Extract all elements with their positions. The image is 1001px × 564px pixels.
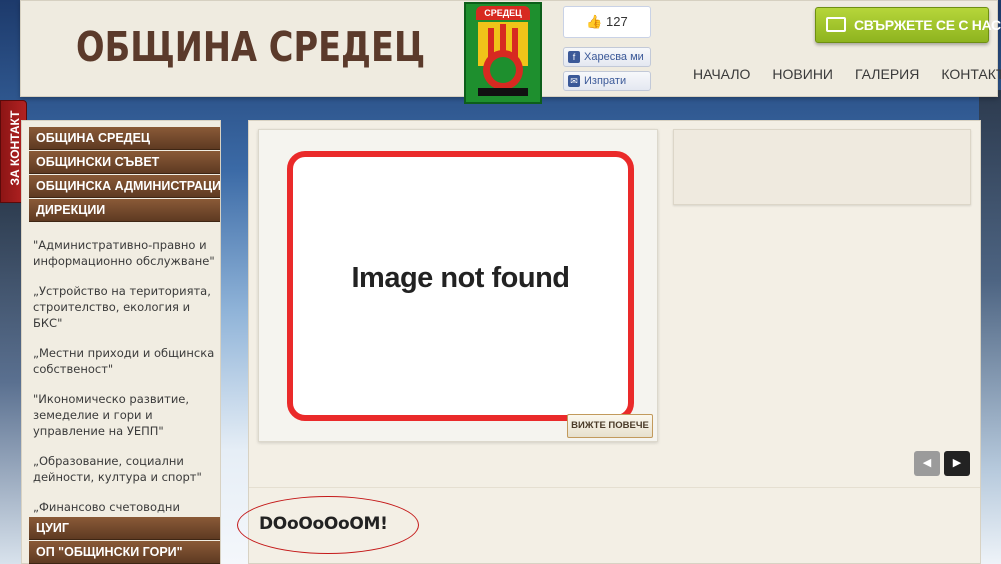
facebook-icon: f [568,51,580,63]
slide-image-placeholder[interactable]: Image not found [287,151,634,421]
main-nav: НАЧАЛО НОВИНИ ГАЛЕРИЯ КОНТАКТИ [693,66,1001,82]
sidebar-menu: ОБЩИНА СРЕДЕЦ ОБЩИНСКИ СЪВЕТ ОБЩИНСКА АД… [21,120,221,564]
sidebar-item-municipality[interactable]: ОБЩИНА СРЕДЕЦ [29,127,220,150]
contact-side-tab-label: ЗА КОНТАКТ [8,110,22,186]
facebook-like-label: Харесва ми [584,51,644,63]
sidebar-item-directorates[interactable]: ДИРЕКЦИИ [29,199,220,222]
featured-slide: Image not found [258,129,658,442]
main-content: Image not found ВИЖТЕ ПОВЕЧЕ ◀ ▶ DOoOoOo… [237,120,981,564]
side-panel [673,129,971,205]
chevron-left-icon: ◀ [922,457,932,469]
directorates-list: "Административно-правно и информационно … [33,237,219,545]
slider-next-button[interactable]: ▶ [944,451,970,476]
contact-us-button[interactable]: СВЪРЖЕТЕ СЕ С НАС [815,7,1001,43]
directorate-link[interactable]: „Образование, социални дейности, култура… [33,453,219,485]
content-divider [249,487,980,488]
nav-contacts[interactable]: КОНТАКТИ [941,66,1001,82]
crest-emblem-icon [478,22,528,96]
facebook-send-button[interactable]: ✉ Изпрати [563,71,651,91]
sidebar-item-cuig[interactable]: ЦУИГ [29,517,220,540]
sidebar-item-council[interactable]: ОБЩИНСКИ СЪВЕТ [29,151,220,174]
sidebar-item-forests[interactable]: ОП "ОБЩИНСКИ ГОРИ" [29,541,220,564]
like-count: 127 [606,14,628,29]
facebook-send-label: Изпрати [584,75,627,87]
chat-bubble-icon: ✉ [568,75,580,87]
see-more-button[interactable]: ВИЖТЕ ПОВЕЧЕ [567,414,653,438]
highlighted-text: DOoOoOoOM! [259,514,388,534]
municipality-crest[interactable]: СРЕДЕЦ [464,2,542,104]
image-not-found-text: Image not found [351,262,570,294]
facebook-like-button[interactable]: f Харесва ми [563,47,651,67]
directorate-link[interactable]: "Административно-правно и информационно … [33,237,219,269]
background-right [979,90,1001,564]
slider-prev-button[interactable]: ◀ [914,451,940,476]
directorate-link[interactable]: „Устройство на територията, строителство… [33,283,219,331]
sidebar-item-administration[interactable]: ОБЩИНСКА АДМИНИСТРАЦИЯ [29,175,220,198]
thumbs-up-icon: 👍 [586,14,603,29]
directorate-link[interactable]: "Икономическо развитие, земеделие и гори… [33,391,219,439]
directorate-link[interactable]: „Местни приходи и общинска собственост" [33,345,219,377]
chevron-right-icon: ▶ [952,457,962,469]
site-title[interactable]: ОБЩИНА СРЕДЕЦ [76,23,425,71]
contact-us-label: СВЪРЖЕТЕ СЕ С НАС [854,17,1001,33]
like-count-box: 👍 127 [563,6,651,38]
envelope-icon [826,17,846,32]
nav-home[interactable]: НАЧАЛО [693,66,750,82]
nav-news[interactable]: НОВИНИ [772,66,833,82]
nav-gallery[interactable]: ГАЛЕРИЯ [855,66,919,82]
